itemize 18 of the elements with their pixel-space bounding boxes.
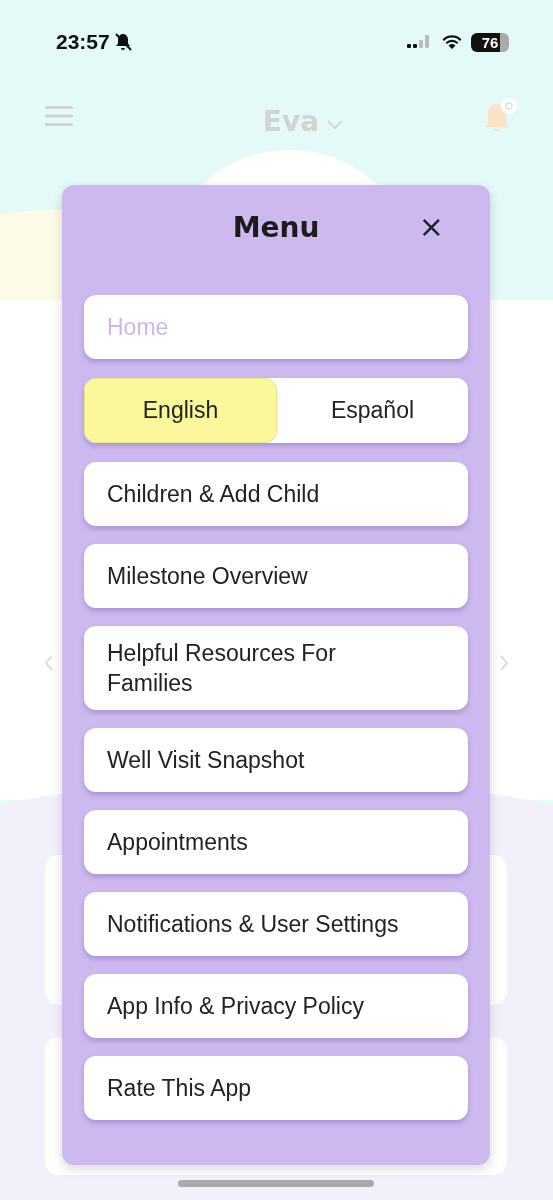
menu-item[interactable]: Helpful Resources For Families — [84, 626, 468, 710]
menu-item[interactable]: Notifications & User Settings — [84, 892, 468, 956]
close-button[interactable]: × — [414, 212, 448, 242]
menu-icon[interactable] — [45, 104, 73, 127]
menu-title: Menu — [232, 210, 320, 244]
bell-off-icon — [112, 32, 133, 52]
menu-item[interactable]: App Info & Privacy Policy — [84, 974, 468, 1038]
status-time: 23:57 — [56, 30, 110, 54]
menu-item[interactable]: Well Visit Snapshot — [84, 728, 468, 792]
language-option[interactable]: English — [84, 378, 277, 443]
menu-item[interactable]: Children & Add Child — [84, 462, 468, 526]
chevron-right-icon[interactable] — [499, 655, 509, 671]
wifi-icon — [441, 34, 463, 50]
menu-item[interactable]: Rate This App — [84, 1056, 468, 1120]
menu-item[interactable]: Appointments — [84, 810, 468, 874]
menu-item[interactable]: Milestone Overview — [84, 544, 468, 608]
chevron-down-icon[interactable] — [327, 119, 344, 130]
chevron-left-icon[interactable] — [44, 655, 54, 671]
